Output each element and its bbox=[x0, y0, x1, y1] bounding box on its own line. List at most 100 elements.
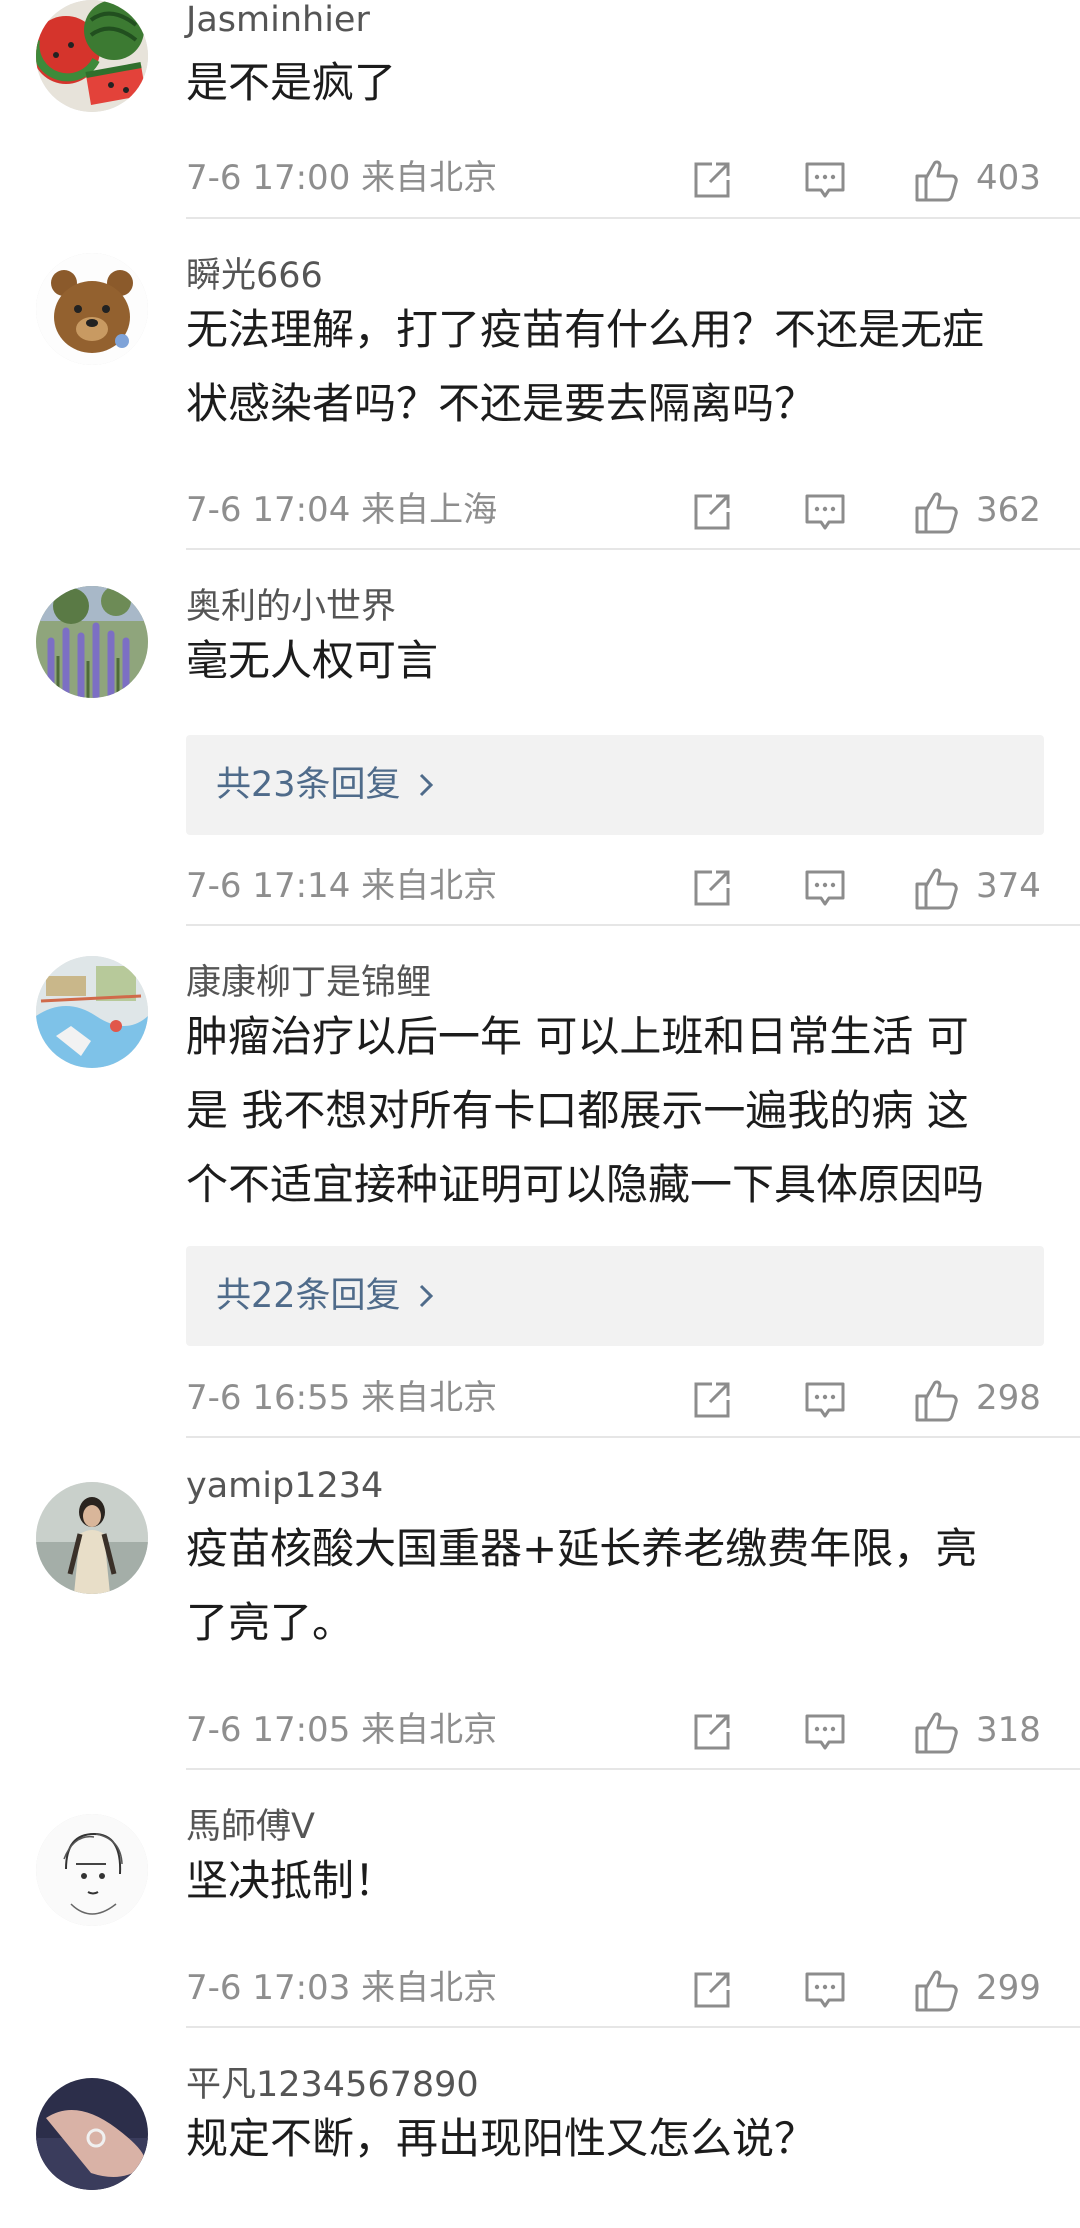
avatar[interactable] bbox=[36, 1482, 148, 1594]
comment-text-line: 个不适宜接种证明可以隐藏一下具体原因吗 bbox=[186, 1160, 985, 1209]
comment-item: Jasminhier 是不是疯了 7-6 17:00 来自北京 403 bbox=[0, 0, 1080, 219]
location: 来自北京 bbox=[361, 158, 498, 198]
replies-button[interactable]: 共23条回复 bbox=[186, 735, 1044, 835]
comment-text-line: 疫苗核酸大国重器+延长养老缴费年限，亮 bbox=[186, 1524, 978, 1573]
replies-button[interactable]: 共22条回复 bbox=[186, 1246, 1044, 1346]
comment-list: Jasminhier 是不是疯了 7-6 17:00 来自北京 403 瞬光666 无法理… bbox=[0, 0, 1080, 2228]
timestamp: 7-6 17:00 bbox=[186, 158, 351, 198]
comment-text-line: 规定不断，再出现阳性又怎么说？ bbox=[186, 2114, 817, 2163]
like-count: 298 bbox=[976, 1378, 1041, 1418]
timestamp-location: 7-6 17:03 来自北京 bbox=[186, 1958, 497, 2018]
username[interactable]: Jasminhier bbox=[186, 0, 370, 40]
timestamp-location: 7-6 17:05 来自北京 bbox=[186, 1700, 497, 1760]
like-icon[interactable] bbox=[913, 156, 961, 204]
location: 来自北京 bbox=[361, 1378, 498, 1418]
like-icon[interactable] bbox=[913, 1708, 961, 1756]
timestamp-location: 7-6 16:55 来自北京 bbox=[186, 1368, 497, 1428]
comment-icon[interactable] bbox=[803, 1378, 847, 1422]
chevron-right-icon bbox=[415, 1283, 437, 1309]
comment-text: 是不是疯了 bbox=[186, 46, 1046, 120]
comment-meta: 7-6 17:14 来自北京 374 bbox=[0, 856, 1080, 916]
location: 来自北京 bbox=[361, 1968, 498, 2008]
divider bbox=[186, 548, 1080, 550]
share-icon[interactable] bbox=[690, 158, 734, 202]
share-icon[interactable] bbox=[690, 490, 734, 534]
comment-meta: 7-6 17:05 来自北京 318 bbox=[0, 1700, 1080, 1760]
like-icon[interactable] bbox=[913, 1376, 961, 1424]
username[interactable]: 瞬光666 bbox=[186, 247, 323, 298]
divider bbox=[186, 1768, 1080, 1770]
comment-text-line: 状感染者吗？不还是要去隔离吗？ bbox=[186, 379, 817, 428]
comment-text-line: 无法理解，打了疫苗有什么用？不还是无症 bbox=[186, 305, 985, 354]
divider bbox=[186, 1436, 1080, 1438]
like-icon[interactable] bbox=[913, 864, 961, 912]
divider bbox=[186, 924, 1080, 926]
comment-text: 肿瘤治疗以后一年 可以上班和日常生活 可是 我不想对所有卡口都展示一遍我的病 这… bbox=[186, 1000, 1046, 1222]
comment-item: 奥利的小世界 毫无人权可言共23条回复 7-6 17:14 来自北京 374 bbox=[0, 578, 1080, 926]
avatar[interactable] bbox=[36, 586, 148, 698]
replies-label: 共22条回复 bbox=[216, 1276, 401, 1316]
username[interactable]: 奥利的小世界 bbox=[186, 578, 396, 629]
comment-icon[interactable] bbox=[803, 158, 847, 202]
avatar[interactable] bbox=[36, 253, 148, 365]
comment-text-line: 了亮了。 bbox=[186, 1598, 355, 1647]
location: 来自北京 bbox=[361, 1710, 498, 1750]
share-icon[interactable] bbox=[690, 866, 734, 910]
timestamp: 7-6 17:14 bbox=[186, 866, 351, 906]
avatar[interactable] bbox=[36, 2078, 148, 2190]
timestamp-location: 7-6 17:04 来自上海 bbox=[186, 480, 497, 540]
username[interactable]: 馬師傅V bbox=[186, 1798, 315, 1849]
share-icon[interactable] bbox=[690, 1968, 734, 2012]
comment-icon[interactable] bbox=[803, 1710, 847, 1754]
timestamp: 7-6 17:03 bbox=[186, 1968, 351, 2008]
comment-meta: 7-6 17:00 来自北京 403 bbox=[0, 148, 1080, 208]
username[interactable]: 平凡1234567890 bbox=[186, 2056, 479, 2107]
like-count: 403 bbox=[976, 158, 1041, 198]
location: 来自上海 bbox=[361, 490, 498, 530]
comment-item: 康康柳丁是锦鲤 肿瘤治疗以后一年 可以上班和日常生活 可是 我不想对所有卡口都展示… bbox=[0, 954, 1080, 1438]
comment-item: 馬師傅V 坚决抵制！ 7-6 17:03 来自北京 299 bbox=[0, 1798, 1080, 2028]
avatar[interactable] bbox=[36, 1814, 148, 1926]
timestamp-location: 7-6 17:14 来自北京 bbox=[186, 856, 497, 916]
comment-text: 无法理解，打了疫苗有什么用？不还是无症 状感染者吗？不还是要去隔离吗？ bbox=[186, 293, 1046, 441]
comment-item: 瞬光666 无法理解，打了疫苗有什么用？不还是无症 状感染者吗？不还是要去隔离吗？ 7… bbox=[0, 247, 1080, 550]
comment-text: 毫无人权可言 bbox=[186, 624, 1046, 698]
comment-meta: 7-6 17:04 来自上海 362 bbox=[0, 480, 1080, 540]
chevron-right-icon bbox=[415, 772, 437, 798]
replies-label: 共23条回复 bbox=[216, 765, 401, 805]
comment-icon[interactable] bbox=[803, 1968, 847, 2012]
comment-text-line: 毫无人权可言 bbox=[186, 636, 439, 685]
avatar[interactable] bbox=[36, 0, 148, 112]
username[interactable]: yamip1234 bbox=[186, 1466, 383, 1506]
timestamp: 7-6 17:04 bbox=[186, 490, 351, 530]
comment-icon[interactable] bbox=[803, 490, 847, 534]
comment-text-line: 是不是疯了 bbox=[186, 58, 397, 107]
share-icon[interactable] bbox=[690, 1710, 734, 1754]
comment-meta: 7-6 16:55 来自北京 298 bbox=[0, 1368, 1080, 1428]
like-icon[interactable] bbox=[913, 1966, 961, 2014]
timestamp-location: 7-6 17:00 来自北京 bbox=[186, 148, 497, 208]
like-icon[interactable] bbox=[913, 488, 961, 536]
username[interactable]: 康康柳丁是锦鲤 bbox=[186, 954, 431, 1005]
divider bbox=[186, 2026, 1080, 2028]
like-count: 299 bbox=[976, 1968, 1041, 2008]
comment-text: 规定不断，再出现阳性又怎么说？ bbox=[186, 2102, 1046, 2176]
comment-text: 疫苗核酸大国重器+延长养老缴费年限，亮 了亮了。 bbox=[186, 1512, 1046, 1660]
timestamp: 7-6 17:05 bbox=[186, 1710, 351, 1750]
like-count: 374 bbox=[976, 866, 1041, 906]
location: 来自北京 bbox=[361, 866, 498, 906]
comment-item: 平凡1234567890 规定不断，再出现阳性又怎么说？ bbox=[0, 2056, 1080, 2228]
comment-icon[interactable] bbox=[803, 866, 847, 910]
comment-text: 坚决抵制！ bbox=[186, 1844, 1046, 1918]
comment-text-line: 是 我不想对所有卡口都展示一遍我的病 这 bbox=[186, 1086, 969, 1135]
share-icon[interactable] bbox=[690, 1378, 734, 1422]
like-count: 318 bbox=[976, 1710, 1041, 1750]
comment-item: yamip1234 疫苗核酸大国重器+延长养老缴费年限，亮 了亮了。 7-6 17:0… bbox=[0, 1466, 1080, 1770]
like-count: 362 bbox=[976, 490, 1041, 530]
comment-meta: 7-6 17:03 来自北京 299 bbox=[0, 1958, 1080, 2018]
timestamp: 7-6 16:55 bbox=[186, 1378, 351, 1418]
avatar[interactable] bbox=[36, 956, 148, 1068]
comment-text-line: 肿瘤治疗以后一年 可以上班和日常生活 可 bbox=[186, 1012, 969, 1061]
comment-text-line: 坚决抵制！ bbox=[186, 1856, 397, 1905]
divider bbox=[186, 217, 1080, 219]
